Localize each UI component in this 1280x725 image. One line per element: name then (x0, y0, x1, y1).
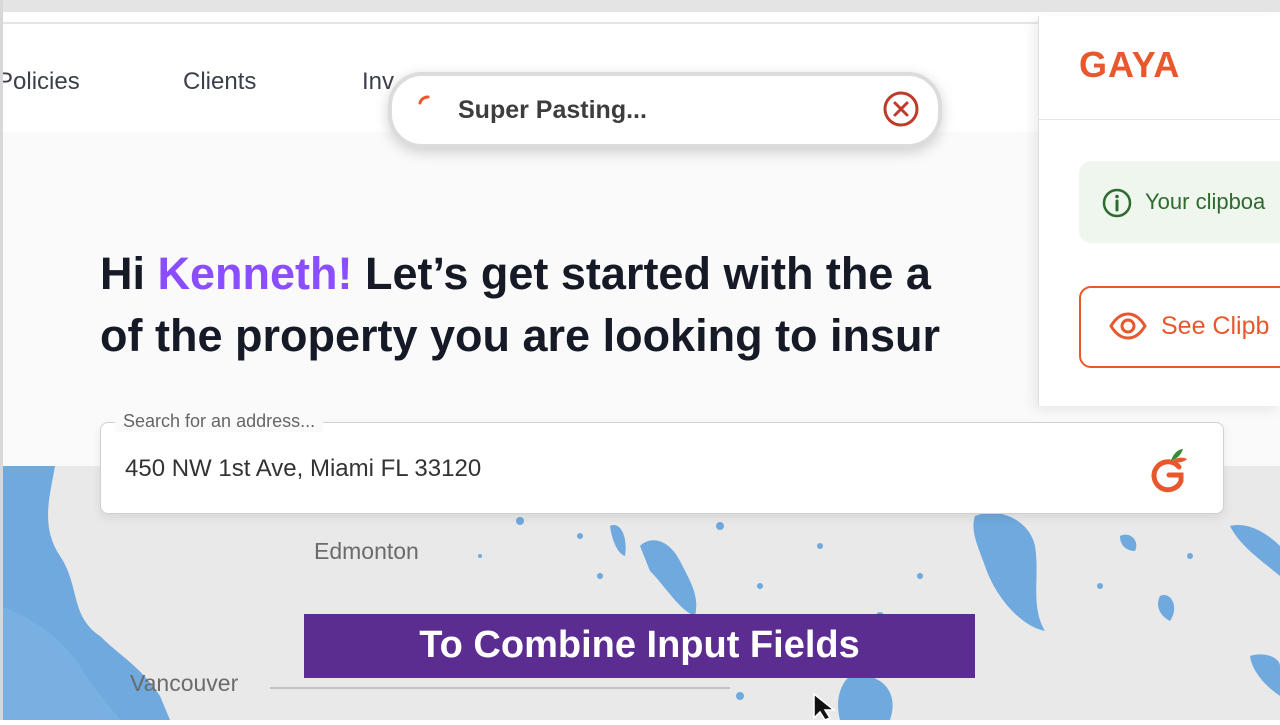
nav-item-clients[interactable]: Clients (183, 68, 256, 96)
info-icon (1101, 187, 1133, 224)
heading-greeting: Hi (100, 248, 145, 299)
gaya-logo: GAYA (1079, 44, 1181, 85)
panel-header: GAYA (1039, 16, 1280, 120)
see-clipboard-button[interactable]: See Clipb (1079, 286, 1280, 368)
gaya-extension-panel: GAYA Your clipboa See Clipb (1038, 16, 1280, 406)
close-circle-icon[interactable] (882, 90, 920, 133)
eye-icon (1109, 312, 1147, 345)
map-label-edmonton: Edmonton (314, 538, 419, 564)
address-search-field[interactable]: Search for an address... 450 NW 1st Ave,… (100, 411, 1224, 514)
search-input-value[interactable]: 450 NW 1st Ave, Miami FL 33120 (125, 455, 481, 483)
search-placeholder-label: Search for an address... (115, 411, 324, 432)
super-pasting-toast: Super Pasting... (388, 72, 942, 148)
browser-top-strip (0, 0, 1280, 12)
heading-user-name: Kenneth! (157, 248, 353, 299)
video-caption: To Combine Input Fields (304, 614, 975, 678)
heading-line-1: Hi Kenneth! Let’s get started with the a (100, 243, 1100, 305)
heading-line-1-rest: Let’s get started with the a (365, 248, 931, 299)
left-window-edge (0, 0, 3, 720)
nav-item-policies[interactable]: Policies (0, 68, 80, 96)
clipboard-info-banner: Your clipboa (1079, 161, 1280, 243)
toast-message: Super Pasting... (458, 96, 647, 124)
page-heading: Hi Kenneth! Let’s get started with the a… (100, 243, 1100, 367)
nav-item-inv[interactable]: Inv (362, 68, 394, 96)
clipboard-info-text: Your clipboa (1145, 189, 1266, 214)
see-clipboard-label: See Clipb (1161, 312, 1270, 340)
spinner-icon (416, 94, 438, 121)
gaya-g-icon[interactable] (1149, 447, 1189, 498)
mouse-cursor-icon (812, 692, 842, 725)
heading-line-2: of the property you are looking to insur (100, 310, 941, 361)
map-label-vancouver: Vancouver (130, 670, 239, 696)
